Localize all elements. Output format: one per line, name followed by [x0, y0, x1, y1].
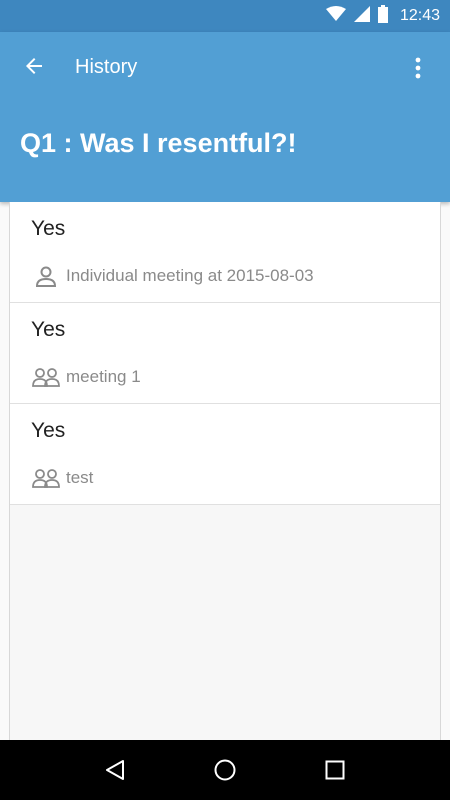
square-recents-icon — [325, 760, 345, 780]
arrow-back-icon — [26, 58, 42, 74]
answer-text: Yes — [31, 318, 66, 341]
meeting-label: meeting 1 — [66, 367, 141, 386]
group-icon — [31, 466, 61, 490]
answer-text: Yes — [31, 217, 66, 240]
more-vert-icon — [415, 57, 421, 79]
group-icon — [31, 365, 61, 389]
status-bar: 12:43 — [0, 0, 450, 32]
back-button[interactable] — [14, 46, 54, 86]
toolbar-title: History — [75, 56, 138, 78]
meeting-info: test — [31, 466, 93, 490]
app-bar: History Q1 : Was I resentful?! — [0, 32, 450, 202]
status-time: 12:43 — [399, 7, 440, 24]
answer-text: Yes — [31, 419, 66, 442]
nav-recents-button[interactable] — [310, 745, 360, 795]
question-heading: Q1 : Was I resentful?! — [20, 128, 297, 158]
circle-home-icon — [214, 759, 236, 781]
triangle-back-icon — [106, 760, 124, 780]
meeting-info: Individual meeting at 2015-08-03 — [31, 264, 314, 288]
nav-home-button[interactable] — [200, 745, 250, 795]
list-item[interactable]: Yes meeting 1 — [10, 303, 440, 404]
signal-icon — [353, 5, 370, 27]
person-icon — [31, 264, 61, 288]
navigation-bar — [0, 740, 450, 800]
meeting-info: meeting 1 — [31, 365, 141, 389]
meeting-label: Individual meeting at 2015-08-03 — [66, 266, 314, 285]
meeting-label: test — [66, 468, 94, 487]
nav-back-button[interactable] — [90, 745, 140, 795]
battery-icon — [377, 4, 388, 28]
history-list[interactable]: Yes Individual meeting at 2015-08-03 Yes — [9, 202, 441, 740]
list-item[interactable]: Yes test — [10, 404, 440, 505]
overflow-menu-button[interactable] — [398, 48, 438, 88]
list-item[interactable]: Yes Individual meeting at 2015-08-03 — [10, 202, 440, 303]
wifi-icon — [325, 5, 346, 27]
